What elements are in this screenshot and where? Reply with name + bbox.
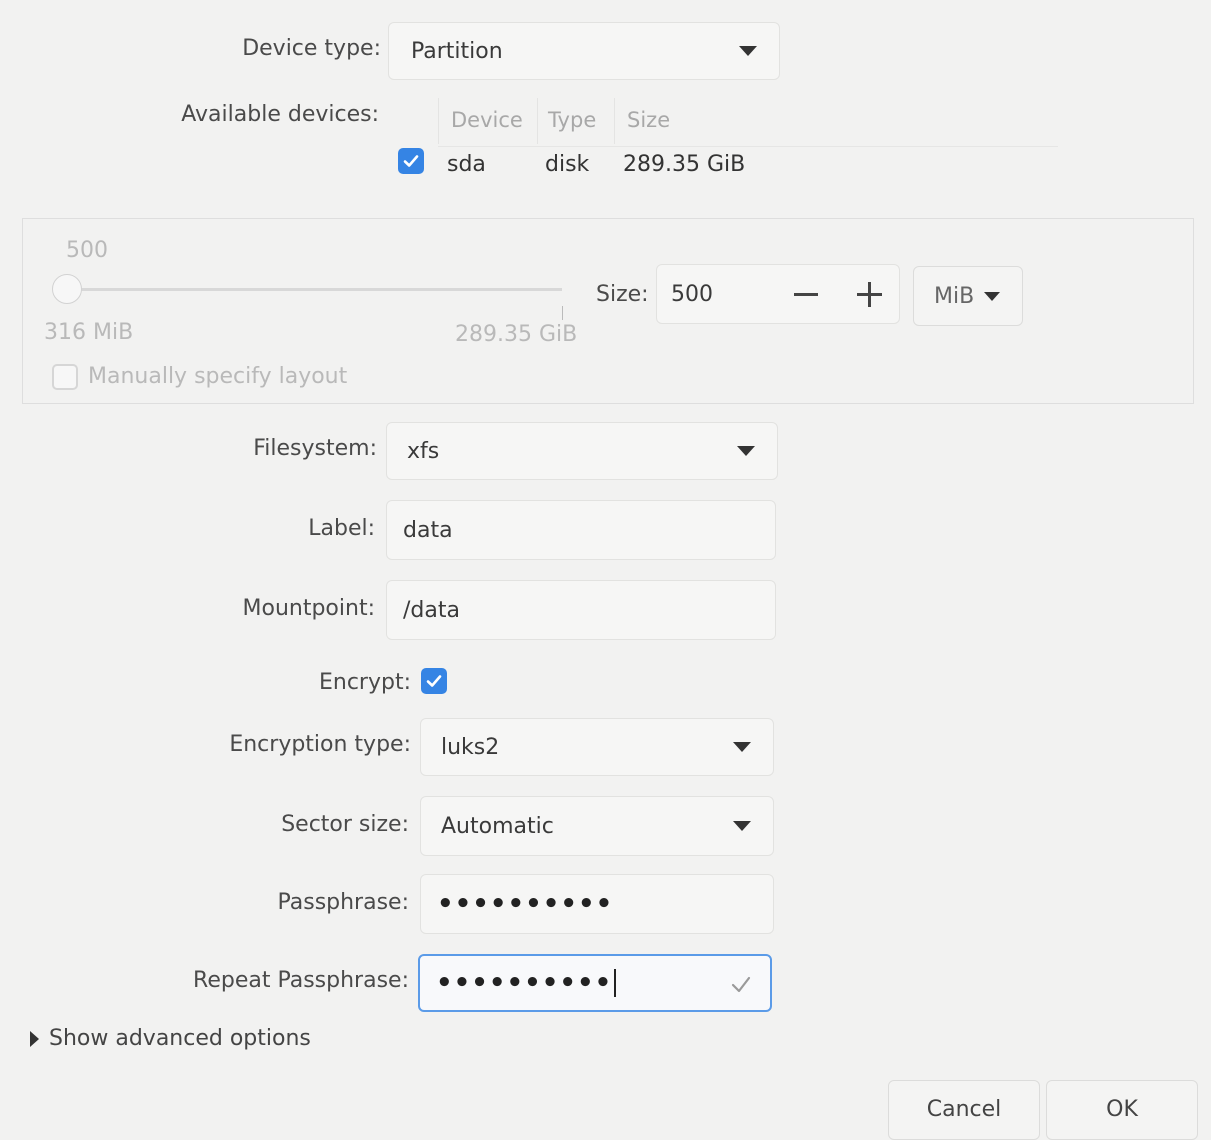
column-divider — [614, 98, 615, 144]
table-header-divider — [438, 146, 1058, 147]
passphrase-label: Passphrase: — [277, 890, 409, 915]
mountpoint-value: /data — [403, 597, 460, 623]
device-type-dropdown[interactable]: Partition — [388, 22, 780, 80]
chevron-down-icon — [739, 46, 757, 56]
sector-size-value: Automatic — [441, 813, 554, 839]
type-cell: disk — [545, 152, 590, 177]
repeat-passphrase-input[interactable]: •••••••••• — [418, 954, 772, 1012]
column-header-size[interactable]: Size — [627, 108, 670, 132]
unit-dropdown[interactable]: MiB — [913, 266, 1023, 326]
device-checkbox[interactable] — [398, 148, 424, 174]
checkmark-icon — [403, 155, 419, 167]
size-decrease-button[interactable] — [780, 266, 832, 322]
label-input[interactable]: data — [386, 500, 776, 560]
slider-value-label: 500 — [66, 238, 108, 263]
encryption-type-value: luks2 — [441, 734, 500, 760]
column-divider — [537, 98, 538, 144]
unit-value: MiB — [934, 283, 975, 309]
minus-icon — [794, 293, 818, 296]
chevron-down-icon — [984, 292, 1000, 301]
device-type-label: Device type: — [242, 36, 381, 61]
check-icon — [731, 976, 751, 993]
mountpoint-input[interactable]: /data — [386, 580, 776, 640]
show-advanced-expander[interactable]: Show advanced options — [30, 1026, 311, 1051]
triangle-right-icon — [30, 1030, 39, 1047]
repeat-passphrase-value: •••••••••• — [436, 968, 613, 998]
encrypt-label: Encrypt: — [318, 670, 411, 695]
size-slider-track[interactable] — [62, 288, 562, 291]
size-label: Size: — [596, 282, 649, 307]
chevron-down-icon — [733, 742, 751, 752]
repeat-passphrase-label: Repeat Passphrase: — [193, 968, 409, 993]
encryption-type-dropdown[interactable]: luks2 — [420, 718, 774, 776]
device-type-value: Partition — [411, 38, 503, 64]
manual-layout-checkbox[interactable] — [52, 364, 78, 390]
chevron-down-icon — [733, 821, 751, 831]
cancel-button[interactable]: Cancel — [888, 1080, 1040, 1140]
available-devices-label: Available devices: — [181, 102, 379, 127]
label-field-label: Label: — [308, 516, 375, 541]
filesystem-value: xfs — [407, 438, 440, 464]
sector-size-dropdown[interactable]: Automatic — [420, 796, 774, 856]
plus-icon-vertical — [868, 282, 871, 307]
text-cursor — [614, 969, 617, 997]
checkmark-icon — [426, 675, 442, 687]
size-slider-handle[interactable] — [52, 274, 82, 304]
column-divider — [438, 98, 439, 144]
column-header-device[interactable]: Device — [451, 108, 523, 132]
size-cell: 289.35 GiB — [623, 152, 746, 177]
encryption-type-label: Encryption type: — [229, 732, 411, 757]
ok-button[interactable]: OK — [1046, 1080, 1198, 1140]
show-advanced-label: Show advanced options — [49, 1026, 311, 1051]
size-increase-button[interactable] — [844, 266, 896, 322]
passphrase-value: •••••••••• — [437, 889, 614, 919]
label-value: data — [403, 517, 453, 543]
manual-layout-label: Manually specify layout — [88, 364, 348, 389]
passphrase-input[interactable]: •••••••••• — [420, 874, 774, 934]
slider-min-label: 316 MiB — [44, 320, 134, 345]
mountpoint-label: Mountpoint: — [242, 596, 375, 621]
encrypt-checkbox[interactable] — [421, 668, 447, 694]
size-value: 500 — [671, 281, 713, 307]
device-cell: sda — [447, 152, 486, 177]
filesystem-label: Filesystem: — [253, 436, 377, 461]
slider-max-tick — [562, 306, 563, 320]
slider-max-label: 289.35 GiB — [455, 322, 578, 347]
column-header-type[interactable]: Type — [548, 108, 596, 132]
sector-size-label: Sector size: — [281, 812, 409, 837]
filesystem-dropdown[interactable]: xfs — [386, 422, 778, 480]
chevron-down-icon — [737, 446, 755, 456]
